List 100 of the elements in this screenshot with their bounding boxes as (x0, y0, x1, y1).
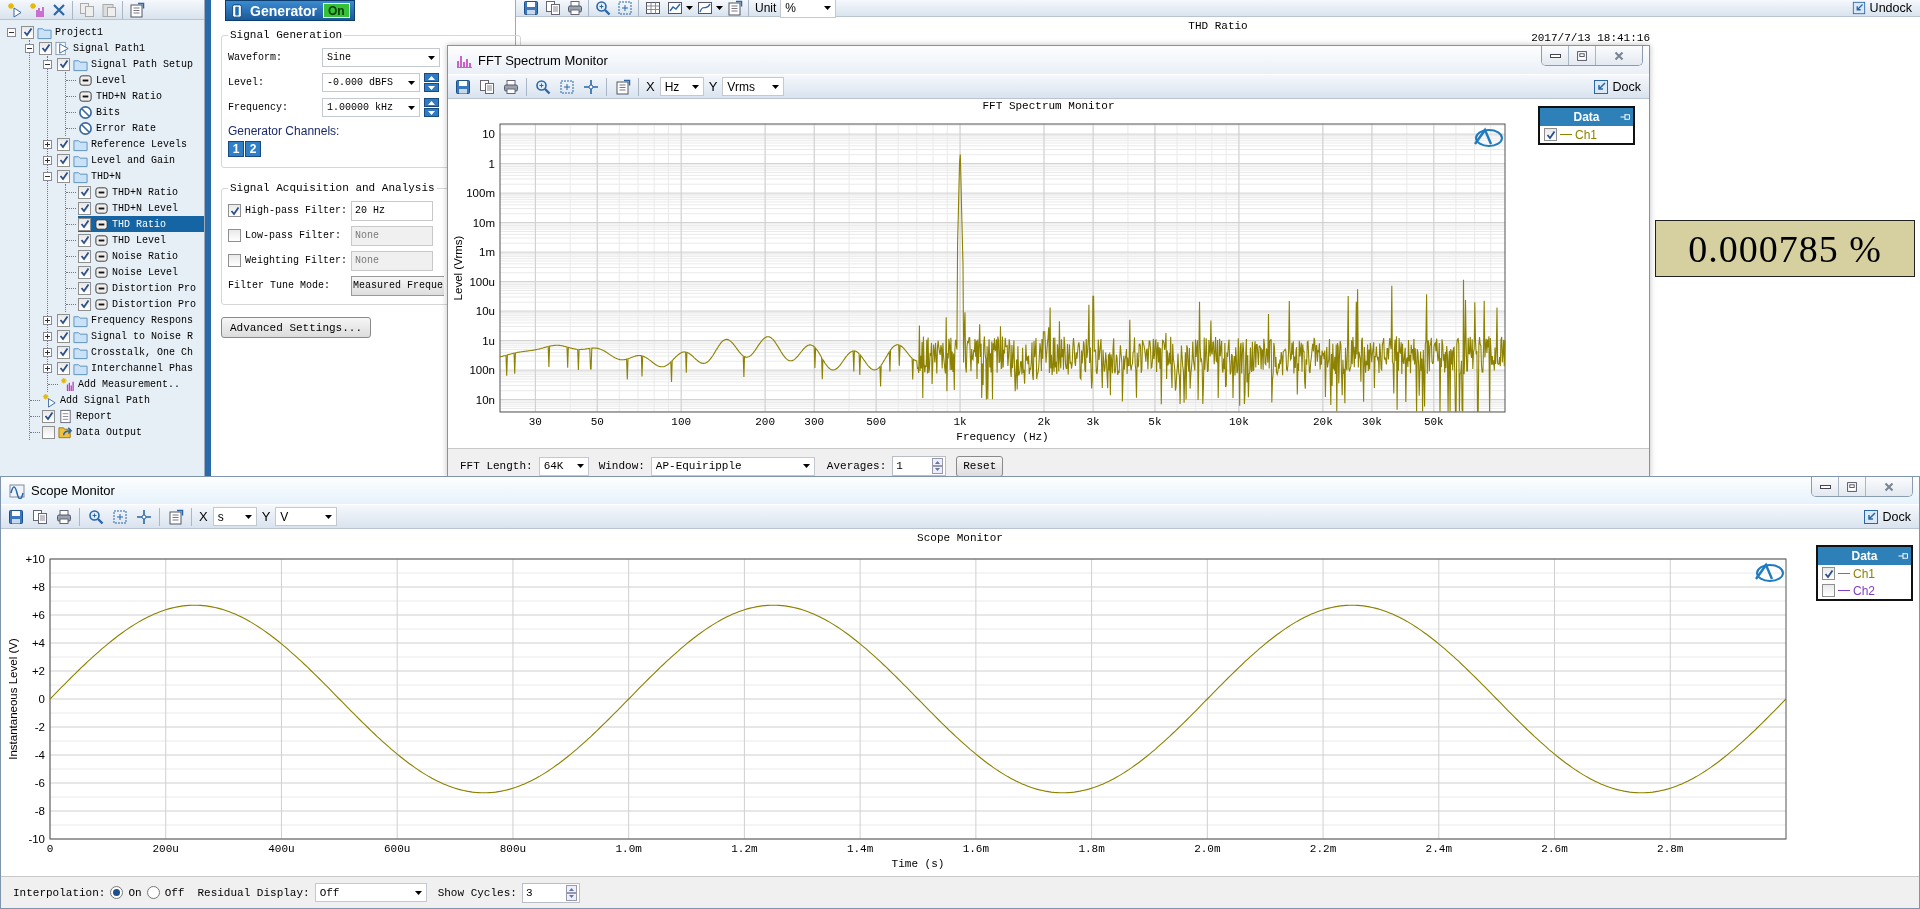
tree-item[interactable]: Level (78, 72, 204, 88)
table-icon[interactable] (644, 0, 661, 16)
maximize-button[interactable] (1569, 46, 1596, 65)
radio-button[interactable] (110, 886, 124, 899)
tree-item[interactable]: THD Ratio (78, 216, 204, 232)
checkbox[interactable] (1822, 567, 1835, 580)
line-chart-icon[interactable] (666, 0, 683, 16)
close-button[interactable] (1596, 46, 1642, 65)
clipboard-icon[interactable] (726, 0, 743, 16)
undock-button[interactable]: Undock (1847, 0, 1916, 16)
tree-item[interactable]: THD Level (78, 232, 204, 248)
checkbox[interactable] (78, 249, 91, 263)
dock-button[interactable]: Dock (1588, 77, 1645, 96)
checkbox[interactable] (1544, 128, 1557, 141)
checkbox[interactable] (57, 361, 70, 375)
tree-item[interactable]: Report (42, 408, 204, 424)
tree-item[interactable]: Level and Gain (43, 152, 204, 168)
unit-dropdown[interactable]: % (780, 0, 837, 18)
tree-item[interactable]: Crosstalk, One Ch (43, 344, 204, 360)
expand-toggle[interactable] (43, 139, 52, 149)
checkbox[interactable] (78, 217, 91, 231)
dropdown[interactable]: -0.000 dBFS (322, 73, 420, 92)
dropdown[interactable]: Sine (322, 48, 440, 67)
clipboard-icon[interactable] (128, 1, 145, 18)
dropdown[interactable]: Off (314, 883, 427, 902)
checkbox[interactable] (57, 153, 70, 167)
spin-field[interactable]: 1 (892, 456, 947, 476)
crosshair-icon[interactable] (582, 78, 599, 95)
tree-item[interactable]: THD+N (43, 168, 204, 184)
curve-icon[interactable] (696, 0, 713, 16)
spin-up-button[interactable] (424, 73, 439, 82)
minimize-button[interactable] (1812, 477, 1839, 496)
expand-toggle[interactable] (43, 171, 52, 181)
printer-icon[interactable] (55, 508, 72, 525)
tree-item[interactable]: THD+N Level (78, 200, 204, 216)
tree-item[interactable]: Frequency Respons (43, 312, 204, 328)
spin-up-button[interactable] (424, 98, 439, 107)
radio-button[interactable] (146, 886, 160, 899)
expand-toggle[interactable] (25, 43, 34, 53)
pin-icon[interactable] (1619, 111, 1631, 123)
checkbox[interactable] (78, 233, 91, 247)
tree-item[interactable]: Data Output (42, 424, 204, 440)
checkbox[interactable] (78, 185, 91, 199)
dock-button[interactable]: Dock (1858, 507, 1915, 526)
tree-item[interactable]: Distortion Pro (78, 296, 204, 312)
checkbox[interactable] (57, 345, 70, 359)
channel-button[interactable]: 2 (245, 141, 261, 157)
spin-down-button[interactable] (424, 108, 439, 117)
unit-dropdown[interactable]: V (275, 507, 338, 526)
tree-item[interactable]: Interchannel Phas (43, 360, 204, 376)
cross-icon[interactable] (50, 1, 67, 18)
checkbox[interactable] (78, 265, 91, 279)
magnifier-icon[interactable] (594, 0, 611, 16)
expand-toggle[interactable] (43, 315, 52, 325)
tree-item[interactable]: THD+N Ratio (78, 184, 204, 200)
reset-button[interactable]: Reset (956, 455, 1004, 477)
tree-item[interactable]: Add Measurement.. (60, 376, 204, 392)
tree-item[interactable]: Add Signal Path (42, 392, 204, 408)
tree-item[interactable]: Noise Ratio (78, 248, 204, 264)
sparkle-arrow-icon[interactable] (6, 1, 23, 18)
copy-icon[interactable] (478, 78, 495, 95)
unit-dropdown[interactable]: Vrms (722, 77, 785, 96)
tree-item[interactable]: Signal Path Setup (43, 56, 204, 72)
maximize-button[interactable] (1839, 477, 1866, 496)
spin-arrows-icon[interactable] (932, 458, 944, 474)
tree-item[interactable]: Distortion Pro (78, 280, 204, 296)
expand-toggle[interactable] (43, 347, 52, 357)
tree-item[interactable]: Signal Path1 (25, 40, 204, 56)
expand-toggle[interactable] (43, 331, 52, 341)
crosshair-icon[interactable] (135, 508, 152, 525)
dropdown[interactable]: AP-Equiripple (650, 456, 815, 476)
close-button[interactable] (1866, 477, 1912, 496)
unit-dropdown[interactable]: s (212, 507, 257, 526)
spin-arrows-icon[interactable] (565, 884, 577, 901)
minimize-button[interactable] (1542, 46, 1569, 65)
expand-toggle[interactable] (43, 59, 52, 69)
checkbox[interactable] (78, 297, 91, 311)
spin-field[interactable]: 3 (521, 882, 580, 903)
clipboard-icon[interactable] (167, 508, 184, 525)
magnifier-icon[interactable] (534, 78, 551, 95)
input-field[interactable]: 20 Hz (351, 200, 433, 221)
checkbox[interactable] (57, 137, 70, 151)
expand-toggle[interactable] (43, 363, 52, 373)
tree-item[interactable]: Error Rate (78, 120, 204, 136)
tree-item[interactable]: Project1 (7, 24, 204, 40)
checkbox[interactable] (57, 57, 70, 71)
generator-button[interactable]: Generator On (225, 0, 355, 21)
dropdown[interactable]: Measured Freque (351, 275, 444, 296)
checkbox[interactable] (1822, 584, 1835, 597)
unit-dropdown[interactable]: Hz (659, 77, 704, 96)
checkbox[interactable] (57, 169, 70, 183)
tree-item[interactable]: Bits (78, 104, 204, 120)
checkbox[interactable] (78, 281, 91, 295)
checkbox[interactable] (228, 204, 241, 217)
printer-icon[interactable] (502, 78, 519, 95)
checkbox[interactable] (21, 25, 34, 39)
dropdown[interactable]: 64K (538, 456, 589, 476)
clipboard-icon[interactable] (614, 78, 631, 95)
sparkle-chart-icon[interactable] (28, 1, 45, 18)
expand-toggle[interactable] (7, 27, 16, 37)
